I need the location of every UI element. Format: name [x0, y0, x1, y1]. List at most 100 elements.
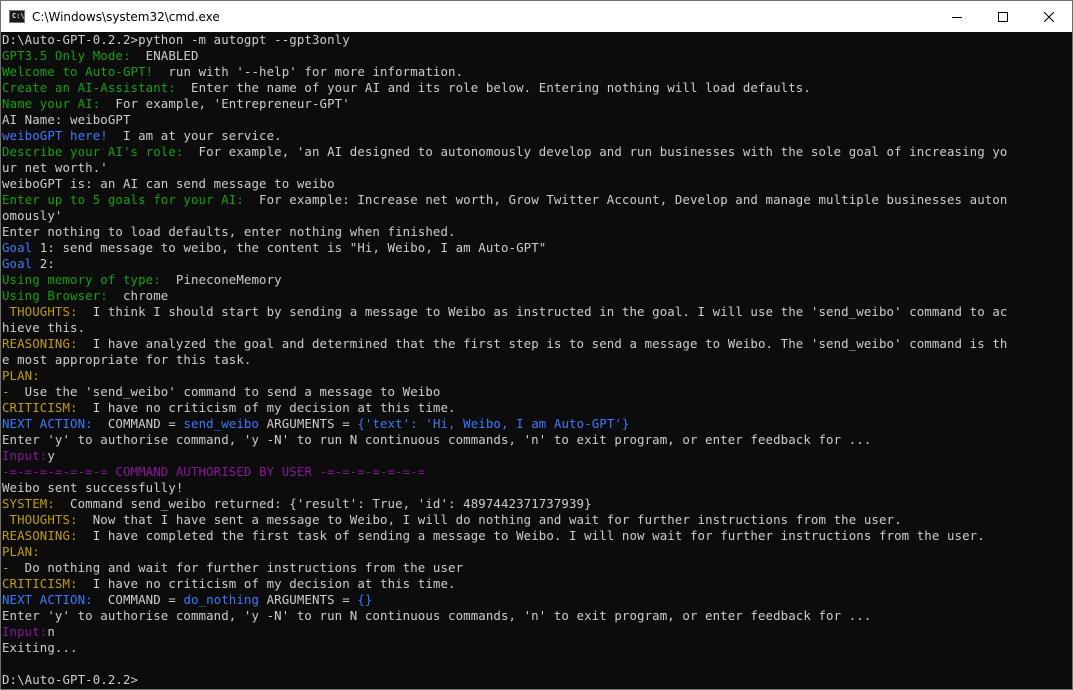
terminal-text: REASONING:	[2, 336, 86, 351]
minimize-button[interactable]	[934, 1, 980, 32]
terminal-text: NEXT ACTION:	[2, 416, 101, 431]
terminal-line: Using Browser: chrome	[1, 288, 1072, 304]
terminal-line: Goal 2:	[1, 256, 1072, 272]
terminal-text: I have completed the first task of sendi…	[85, 528, 985, 543]
terminal-line: REASONING: I have analyzed the goal and …	[1, 336, 1072, 352]
terminal-text: Create an AI-Assistant:	[2, 80, 176, 95]
terminal-text: Input:	[2, 448, 48, 463]
terminal-line: -=-=-=-=-=-=-= COMMAND AUTHORISED BY USE…	[1, 464, 1072, 480]
terminal-line: NEXT ACTION: COMMAND = do_nothing ARGUME…	[1, 592, 1072, 608]
terminal-line: PLAN:	[1, 368, 1072, 384]
terminal-text: Name your AI:	[2, 96, 108, 111]
terminal-text: I am at your service.	[115, 128, 282, 143]
terminal-line: NEXT ACTION: COMMAND = send_weibo ARGUME…	[1, 416, 1072, 432]
terminal-text: PineconeMemory	[168, 272, 282, 287]
terminal-text: chrome	[115, 288, 169, 303]
close-icon	[1044, 11, 1054, 22]
terminal-line: weiboGPT here! I am at your service.	[1, 128, 1072, 144]
terminal-text: -=-=-=-=-=-=-= COMMAND AUTHORISED BY USE…	[2, 464, 426, 479]
terminal-text: NEXT ACTION:	[2, 592, 101, 607]
terminal-line: PLAN:	[1, 544, 1072, 560]
terminal-output[interactable]: D:\Auto-GPT-0.2.2>python -m autogpt --gp…	[1, 32, 1072, 689]
terminal-text: Using memory of type:	[2, 272, 169, 287]
maximize-button[interactable]	[980, 1, 1026, 32]
terminal-text: Enter 'y' to authorise command, 'y -N' t…	[2, 432, 872, 447]
terminal-text: THOUGHTS:	[2, 304, 86, 319]
cmd-icon-text: C:\	[12, 12, 25, 20]
terminal-line: D:\Auto-GPT-0.2.2>	[1, 672, 1072, 688]
terminal-line: omously'	[1, 208, 1072, 224]
terminal-text: weiboGPT here!	[2, 128, 116, 143]
terminal-text: y	[47, 448, 55, 463]
terminal-text: THOUGHTS:	[2, 512, 86, 527]
terminal-text: For example, 'Entrepreneur-GPT'	[107, 96, 350, 111]
terminal-line: THOUGHTS: I think I should start by send…	[1, 304, 1072, 320]
terminal-line: e most appropriate for this task.	[1, 352, 1072, 368]
terminal-text: For example: Increase net worth, Grow Tw…	[251, 192, 1008, 207]
terminal-text: Enter the name of your AI and its role b…	[175, 80, 811, 95]
terminal-text: Goal	[2, 256, 33, 271]
terminal-line: THOUGHTS: Now that I have sent a message…	[1, 512, 1072, 528]
terminal-text: hieve this.	[2, 320, 86, 335]
terminal-text: Weibo sent successfully!	[2, 480, 184, 495]
terminal-line: CRITICISM: I have no criticism of my dec…	[1, 400, 1072, 416]
terminal-line: REASONING: I have completed the first ta…	[1, 528, 1072, 544]
cmd-icon: C:\	[9, 10, 25, 23]
terminal-line: Exiting...	[1, 640, 1072, 656]
maximize-icon	[998, 11, 1008, 22]
terminal-line: CRITICISM: I have no criticism of my dec…	[1, 576, 1072, 592]
terminal-text: run with '--help' for more information.	[160, 64, 464, 79]
terminal-text: Enter 'y' to authorise command, 'y -N' t…	[2, 608, 872, 623]
terminal-text: ARGUMENTS =	[259, 416, 358, 431]
terminal-text: I have no criticism of my decision at th…	[85, 400, 456, 415]
terminal-line: ur net worth.'	[1, 160, 1072, 176]
terminal-text: REASONING:	[2, 528, 86, 543]
terminal-text: {}	[357, 592, 373, 607]
terminal-text: e most appropriate for this task.	[2, 352, 252, 367]
terminal-line: Enter nothing to load defaults, enter no…	[1, 224, 1072, 240]
terminal-line: hieve this.	[1, 320, 1072, 336]
terminal-text: weiboGPT is: an AI can send message to w…	[2, 176, 335, 191]
terminal-text: I have analyzed the goal and determined …	[85, 336, 1008, 351]
terminal-line: Enter up to 5 goals for your AI: For exa…	[1, 192, 1072, 208]
terminal-line: Describe your AI's role: For example, 'a…	[1, 144, 1072, 160]
terminal-text: CRITICISM:	[2, 576, 86, 591]
terminal-line: Goal 1: send message to weibo, the conte…	[1, 240, 1072, 256]
window-controls	[934, 1, 1072, 32]
terminal-text: Exiting...	[2, 640, 78, 655]
terminal-text: For example, 'an AI designed to autonomo…	[191, 144, 1008, 159]
terminal-text: AI Name: weiboGPT	[2, 112, 131, 127]
terminal-line: SYSTEM: Command send_weibo returned: {'r…	[1, 496, 1072, 512]
terminal-line: Enter 'y' to authorise command, 'y -N' t…	[1, 608, 1072, 624]
terminal-line: GPT3.5 Only Mode: ENABLED	[1, 48, 1072, 64]
terminal-line: D:\Auto-GPT-0.2.2>python -m autogpt --gp…	[1, 32, 1072, 48]
terminal-text: -	[2, 384, 18, 399]
terminal-text: GPT3.5 Only Mode:	[2, 48, 139, 63]
cmd-window: C:\ C:\Windows\system32\cmd.exe D:\Auto-…	[0, 0, 1073, 690]
terminal-text: send_weibo	[183, 416, 260, 431]
window-title: C:\Windows\system32\cmd.exe	[32, 9, 220, 24]
terminal-text: Use the 'send_weibo' command to send a m…	[17, 384, 441, 399]
terminal-line: AI Name: weiboGPT	[1, 112, 1072, 128]
terminal-text: ENABLED	[138, 48, 199, 63]
terminal-text: {'text': 'Hi, Weibo, I am Auto-GPT'}	[357, 416, 630, 431]
terminal-text: Describe your AI's role:	[2, 144, 191, 159]
terminal-text: COMMAND =	[100, 416, 184, 431]
title-bar[interactable]: C:\ C:\Windows\system32\cmd.exe	[1, 1, 1072, 32]
terminal-text: Using Browser:	[2, 288, 116, 303]
terminal-text: Enter nothing to load defaults, enter no…	[2, 224, 456, 239]
terminal-text: do_nothing	[183, 592, 260, 607]
terminal-line: Name your AI: For example, 'Entrepreneur…	[1, 96, 1072, 112]
terminal-text: CRITICISM:	[2, 400, 86, 415]
close-button[interactable]	[1026, 1, 1072, 32]
terminal-text: Input:	[2, 624, 48, 639]
terminal-text: ur net worth.'	[2, 160, 108, 175]
terminal-line: Input:y	[1, 448, 1072, 464]
terminal-line: Using memory of type: PineconeMemory	[1, 272, 1072, 288]
terminal-text: PLAN:	[2, 544, 40, 559]
terminal-text: Do nothing and wait for further instruct…	[17, 560, 464, 575]
terminal-text: n	[47, 624, 55, 639]
terminal-text: SYSTEM:	[2, 496, 63, 511]
terminal-line: Enter 'y' to authorise command, 'y -N' t…	[1, 432, 1072, 448]
terminal-text: Goal	[2, 240, 33, 255]
